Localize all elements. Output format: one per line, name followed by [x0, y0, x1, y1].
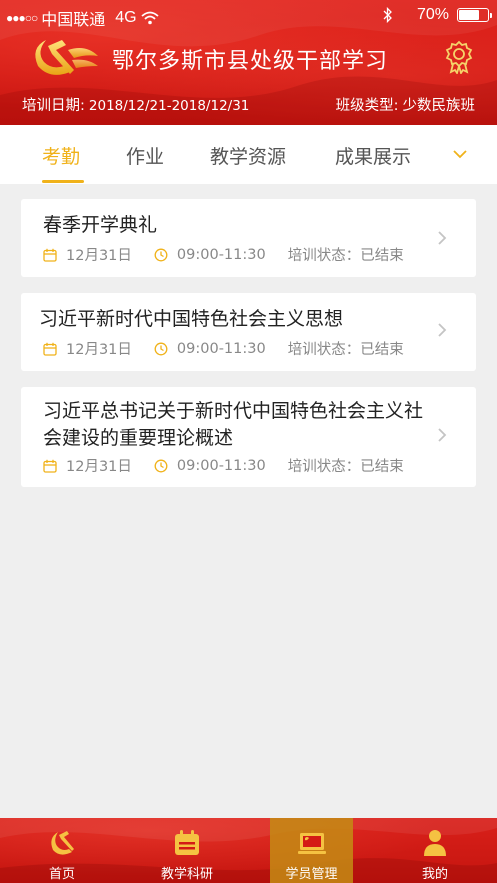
- list-item[interactable]: 习近平总书记关于新时代中国特色社会主义社会建设的重要理论概述 12月31日 09…: [21, 387, 476, 487]
- app-header: ●●●○○ 中国联通 4G 70% 鄂尔多斯市县处级干部学习 培训日期: 201…: [0, 0, 497, 125]
- wifi-icon: [141, 11, 159, 25]
- class-type-value: 少数民族班: [402, 98, 476, 114]
- calendar-icon: [175, 830, 199, 855]
- bluetooth-icon: [383, 7, 392, 23]
- tabbar-item-teaching-research[interactable]: 教学科研: [137, 818, 237, 883]
- session-title: 春季开学典礼: [43, 214, 158, 236]
- active-tab-indicator: [42, 180, 84, 183]
- bottom-tab-bar: 首页 教学科研 学员管理 我的: [0, 818, 497, 883]
- chevron-down-icon[interactable]: [450, 144, 470, 164]
- tab-attendance[interactable]: 考勤: [42, 142, 80, 169]
- session-title: 习近平新时代中国特色社会主义思想: [39, 308, 344, 330]
- training-date-value: 2018/12/21-2018/12/31: [88, 98, 250, 114]
- class-type-label: 班级类型:: [335, 98, 399, 114]
- session-title: 习近平总书记关于新时代中国特色社会主义社会建设的重要理论概述: [43, 400, 424, 449]
- tabbar-label-home: 首页: [48, 867, 75, 882]
- clock-icon: [154, 459, 168, 472]
- session-time: 09:00-11:30: [176, 457, 266, 474]
- tabbar-label-teaching-research: 教学科研: [160, 867, 213, 882]
- session-meta: 12月31日 09:00-11:30 培训状态：已结束: [43, 244, 404, 265]
- party-emblem-icon: [51, 831, 74, 855]
- session-meta: 12月31日 09:00-11:30 培训状态：已结束: [43, 338, 404, 359]
- party-emblem-logo: [35, 40, 98, 75]
- list-item[interactable]: 习近平新时代中国特色社会主义思想 12月31日 09:00-11:30 培训状态…: [21, 293, 476, 371]
- monitor-flag-icon: [297, 833, 326, 854]
- clock-icon: [154, 342, 168, 355]
- tabbar-label-student-management: 学员管理: [285, 867, 338, 882]
- section-tabs: 考勤 作业 教学资源 成果展示: [0, 125, 497, 184]
- calendar-icon: [43, 459, 57, 473]
- carrier-name: 中国联通: [41, 12, 106, 29]
- signal-strength: ●●●○○: [6, 11, 38, 25]
- chevron-right-icon: [438, 428, 447, 442]
- session-date: 12月31日: [66, 342, 132, 358]
- app-title: 鄂尔多斯市县处级干部学习: [112, 49, 389, 74]
- session-time: 09:00-11:30: [176, 246, 266, 263]
- tabbar-label-mine: 我的: [421, 867, 448, 882]
- session-status: 培训状态：已结束: [287, 342, 404, 358]
- tab-homework[interactable]: 作业: [126, 142, 164, 169]
- tabbar-item-home[interactable]: 首页: [12, 818, 112, 883]
- clock-icon: [154, 248, 168, 261]
- battery-icon: [457, 8, 492, 22]
- tab-teaching-resources[interactable]: 教学资源: [210, 142, 286, 169]
- tabbar-item-student-management[interactable]: 学员管理: [270, 818, 353, 883]
- status-bar: ●●●○○ 中国联通 4G 70%: [0, 0, 497, 30]
- person-icon: [424, 830, 446, 856]
- training-date-label: 培训日期:: [22, 98, 85, 114]
- header-title-row: 鄂尔多斯市县处级干部学习: [0, 36, 497, 78]
- network-type: 4G: [115, 9, 137, 26]
- session-meta: 12月31日 09:00-11:30 培训状态：已结束: [43, 455, 404, 476]
- session-date: 12月31日: [66, 459, 132, 475]
- calendar-icon: [43, 248, 57, 262]
- battery-percent: 70%: [416, 6, 449, 23]
- chevron-right-icon: [438, 323, 447, 337]
- session-time: 09:00-11:30: [176, 340, 266, 357]
- tab-achievements[interactable]: 成果展示: [335, 142, 411, 169]
- session-status: 培训状态：已结束: [287, 248, 404, 264]
- chevron-right-icon: [438, 231, 447, 245]
- session-date: 12月31日: [66, 248, 132, 264]
- class-info-row: 培训日期: 2018/12/21-2018/12/31 班级类型: 少数民族班: [0, 94, 497, 116]
- calendar-icon: [43, 342, 57, 356]
- list-item[interactable]: 春季开学典礼 12月31日 09:00-11:30 培训状态：已结束: [21, 199, 476, 277]
- session-status: 培训状态：已结束: [287, 459, 404, 475]
- settings-badge-icon[interactable]: [443, 40, 475, 74]
- tabbar-item-mine[interactable]: 我的: [385, 818, 485, 883]
